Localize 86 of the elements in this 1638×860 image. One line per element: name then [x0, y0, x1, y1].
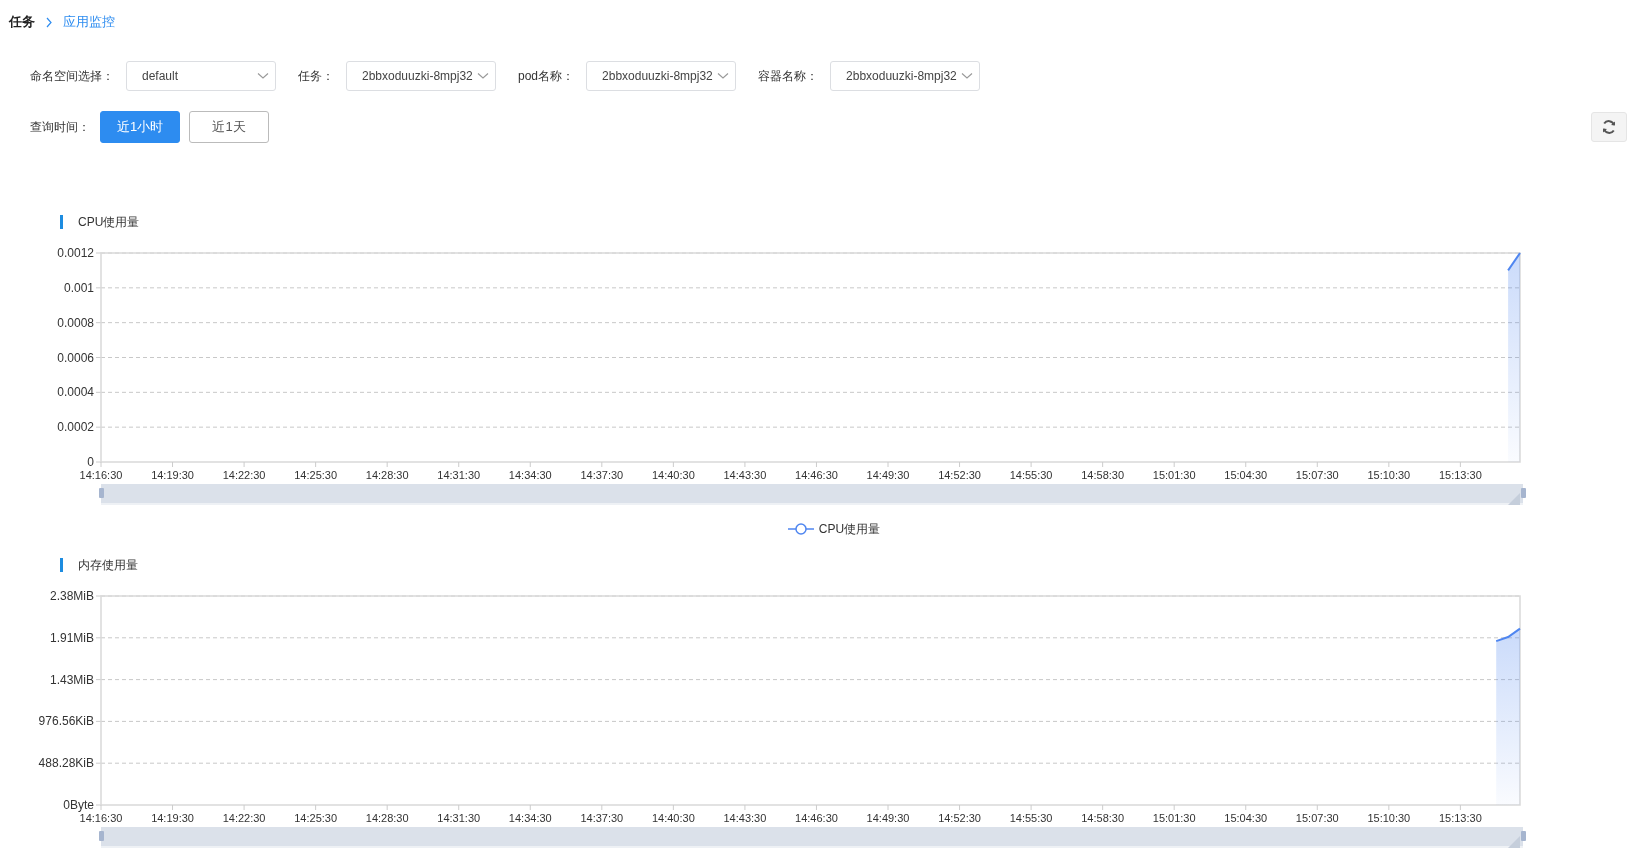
x-axis-label: 14:16:30 — [79, 469, 123, 480]
x-axis-label: 14:43:30 — [723, 812, 767, 823]
chevron-down-icon — [477, 72, 489, 80]
x-axis-label: 15:07:30 — [1295, 812, 1339, 823]
x-axis-label: 15:10:30 — [1367, 469, 1411, 480]
refresh-button[interactable] — [1591, 112, 1627, 142]
filter-label: 容器名称： — [758, 68, 819, 85]
legend-label: CPU使用量 — [818, 521, 881, 538]
x-axis-label: 15:10:30 — [1367, 812, 1411, 823]
slider-handle[interactable] — [99, 488, 104, 498]
x-axis-label: 15:01:30 — [1152, 812, 1196, 823]
x-axis-label: 15:01:30 — [1152, 469, 1196, 480]
filter-label: pod名称： — [518, 68, 575, 85]
chevron-down-icon — [257, 72, 269, 80]
y-axis-label: 1.91MiB — [49, 630, 94, 645]
dropdown-select[interactable]: 2bbxoduuzki-8mpj32 — [346, 61, 496, 91]
x-axis-label: 14:37:30 — [580, 812, 624, 823]
slider-handle[interactable] — [1521, 831, 1526, 841]
x-axis-label: 14:28:30 — [365, 469, 409, 480]
breadcrumb-link[interactable]: 任务 — [9, 12, 35, 32]
x-axis-label: 14:16:30 — [79, 812, 123, 823]
y-axis-label: 0.0006 — [57, 350, 94, 365]
title-accent-bar — [60, 558, 63, 572]
x-axis-label: 14:46:30 — [795, 812, 838, 823]
x-axis-label: 14:25:30 — [294, 469, 338, 480]
y-axis-label: 0.001 — [63, 280, 94, 295]
x-axis-label: 14:22:30 — [222, 469, 266, 480]
slider-handle[interactable] — [1521, 488, 1526, 498]
x-axis-label: 14:49:30 — [866, 469, 910, 480]
x-axis-label: 14:55:30 — [1009, 812, 1053, 823]
chart-title: CPU使用量 — [78, 214, 140, 231]
x-axis-label: 14:34:30 — [508, 469, 552, 480]
time-range-label: 查询时间： — [30, 119, 90, 136]
x-axis-label: 14:55:30 — [1009, 469, 1053, 480]
x-axis-label: 14:25:30 — [294, 812, 338, 823]
x-axis-label: 15:13:30 — [1438, 469, 1482, 480]
x-axis-label: 14:31:30 — [437, 812, 481, 823]
y-axis-label: 0Byte — [63, 798, 94, 812]
time-range-button[interactable]: 近1天 — [189, 111, 269, 143]
x-axis-label: 15:04:30 — [1224, 812, 1268, 823]
legend-line-icon — [787, 523, 814, 535]
x-axis-label: 14:37:30 — [580, 469, 624, 480]
filter-label: 任务： — [298, 68, 334, 85]
series-line — [1495, 627, 1521, 643]
chevron-right-icon — [45, 16, 53, 28]
x-axis-label: 14:52:30 — [938, 812, 981, 823]
title-accent-bar — [60, 215, 63, 229]
y-axis-label: 2.38MiB — [49, 589, 94, 603]
x-axis-label: 14:19:30 — [151, 469, 194, 480]
sparkline-drawing — [1508, 836, 1520, 848]
y-axis-label: 976.56KiB — [38, 714, 94, 729]
y-axis-label: 0.0002 — [57, 420, 94, 435]
x-axis-label: 14:43:30 — [723, 469, 767, 480]
x-axis-label: 14:31:30 — [437, 469, 481, 480]
x-axis-label: 15:13:30 — [1438, 812, 1482, 823]
filter-label: 命名空间选择： — [30, 68, 114, 85]
y-axis-label: 0.0012 — [57, 246, 94, 260]
y-axis-label: 0.0004 — [57, 385, 94, 400]
x-axis-label: 15:07:30 — [1295, 469, 1339, 480]
refresh-icon — [1601, 119, 1617, 135]
breadcrumb-current: 应用监控 — [63, 13, 115, 32]
series-line — [1507, 252, 1521, 272]
sparkline-drawing — [1508, 493, 1520, 505]
dropdown-select[interactable]: 2bbxoduuzki-8mpj32 — [830, 61, 981, 91]
chart-title: 内存使用量 — [78, 557, 138, 574]
x-axis-label: 14:34:30 — [508, 812, 552, 823]
y-axis-label: 0.0008 — [57, 315, 94, 330]
y-axis-label: 0 — [87, 455, 94, 469]
slider-handle[interactable] — [99, 831, 104, 841]
x-axis-label: 14:22:30 — [222, 812, 266, 823]
dropdown-select[interactable]: default — [126, 61, 276, 91]
x-axis-label: 14:28:30 — [365, 812, 409, 823]
x-axis-label: 14:40:30 — [651, 812, 695, 823]
chevron-down-icon — [961, 72, 974, 80]
x-axis-label: 14:58:30 — [1081, 469, 1125, 480]
x-axis-label: 14:49:30 — [866, 812, 910, 823]
x-axis-label: 15:04:30 — [1224, 469, 1268, 480]
x-axis-label: 14:52:30 — [938, 469, 981, 480]
dropdown-select[interactable]: 2bbxoduuzki-8mpj32 — [586, 61, 737, 91]
chevron-down-icon — [717, 72, 730, 80]
x-axis-label: 14:58:30 — [1081, 812, 1125, 823]
x-axis-label: 14:40:30 — [651, 469, 695, 480]
x-axis-label: 14:46:30 — [795, 469, 838, 480]
x-axis-label: 14:19:30 — [151, 812, 194, 823]
y-axis-label: 1.43MiB — [49, 672, 94, 687]
y-axis-label: 488.28KiB — [38, 756, 94, 771]
